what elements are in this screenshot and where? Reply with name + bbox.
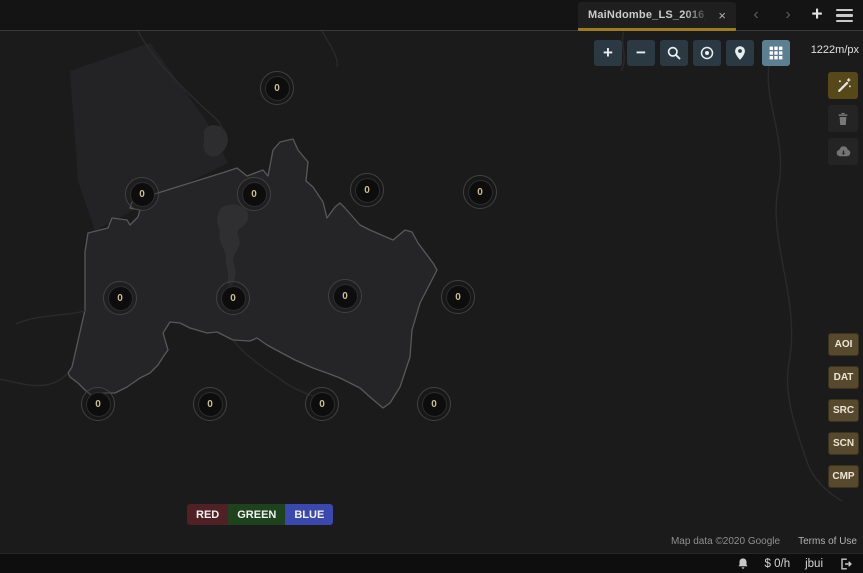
search-button[interactable] <box>660 40 688 66</box>
marker-count: 0 <box>467 179 493 205</box>
map-cluster-marker[interactable]: 0 <box>350 173 384 207</box>
notifications-bell-icon[interactable] <box>736 557 750 571</box>
tab-bar: MaiNdombe_LS_2016_Jan × ‹ › + <box>0 0 863 31</box>
map-data-credit: Map data ©2020 Google <box>670 536 781 547</box>
magic-wand-button[interactable] <box>828 72 858 99</box>
app-window: 0 0 0 0 0 0 0 0 0 0 0 0 0 + − 1222m/px AOI DAT SRC S… <box>0 0 863 573</box>
username[interactable]: jbui <box>805 558 823 570</box>
marker-count: 0 <box>129 181 155 207</box>
marker-count: 0 <box>107 285 133 311</box>
map-cluster-marker[interactable]: 0 <box>125 177 159 211</box>
locate-button[interactable] <box>693 40 721 66</box>
marker-count: 0 <box>197 391 223 417</box>
delete-button[interactable] <box>828 105 858 132</box>
red-channel-button[interactable]: RED <box>187 504 229 525</box>
terms-of-use-link[interactable]: Terms of Use <box>798 536 857 547</box>
map-canvas[interactable]: 0 0 0 0 0 0 0 0 0 0 0 0 0 + − 1222m/px AOI DAT SRC S… <box>0 31 863 553</box>
menu-icon <box>836 9 853 12</box>
marker-count: 0 <box>309 391 335 417</box>
tab-mai-ndombe[interactable]: MaiNdombe_LS_2016_Jan × <box>578 2 736 31</box>
marker-count: 0 <box>445 284 471 310</box>
magic-wand-icon <box>837 78 851 92</box>
map-cluster-marker[interactable]: 0 <box>305 387 339 421</box>
map-cluster-marker[interactable]: 0 <box>417 387 451 421</box>
map-cluster-marker[interactable]: 0 <box>103 281 137 315</box>
side-tabs: AOI DAT SRC SCN CMP <box>828 333 859 488</box>
search-icon <box>667 46 681 60</box>
status-bar: $ 0/h jbui <box>0 553 863 573</box>
map-cluster-marker[interactable]: 0 <box>328 279 362 313</box>
map-cluster-marker[interactable]: 0 <box>463 175 497 209</box>
map-scale-label: 1222m/px <box>810 44 859 56</box>
zoom-out-button[interactable]: − <box>627 40 655 66</box>
map-cluster-marker[interactable]: 0 <box>81 387 115 421</box>
marker-count: 0 <box>85 391 111 417</box>
map-cluster-marker[interactable]: 0 <box>237 177 271 211</box>
map-lake-patch <box>203 125 228 157</box>
tab-src[interactable]: SRC <box>828 399 859 422</box>
usage-rate: $ 0/h <box>764 557 791 570</box>
new-tab-button[interactable]: + <box>806 0 828 31</box>
channel-selector: RED GREEN BLUE <box>187 504 334 525</box>
marker-count: 0 <box>354 177 380 203</box>
green-channel-button[interactable]: GREEN <box>228 504 286 525</box>
zoom-in-button[interactable]: + <box>594 40 622 66</box>
map-cluster-marker[interactable]: 0 <box>441 280 475 314</box>
pin-button[interactable] <box>726 40 754 66</box>
tab-aoi[interactable]: AOI <box>828 333 859 356</box>
grid-icon <box>769 46 783 60</box>
tab-active-underline <box>578 28 736 31</box>
history-forward-button[interactable]: › <box>777 0 799 31</box>
logout-icon[interactable] <box>838 557 853 571</box>
tab-close-icon[interactable]: × <box>716 7 728 24</box>
marker-count: 0 <box>421 391 447 417</box>
map-cluster-marker[interactable]: 0 <box>216 281 250 315</box>
map-cluster-marker[interactable]: 0 <box>193 387 227 421</box>
marker-count: 0 <box>241 181 267 207</box>
marker-count: 0 <box>264 75 290 101</box>
side-tools <box>828 72 858 165</box>
tab-title-fade <box>684 2 710 31</box>
trash-icon <box>838 112 848 125</box>
marker-count: 0 <box>220 285 246 311</box>
download-button[interactable] <box>828 138 858 165</box>
history-back-button[interactable]: ‹ <box>745 0 767 31</box>
menu-button[interactable] <box>836 9 853 22</box>
map-pin-icon <box>735 46 745 60</box>
tab-scn[interactable]: SCN <box>828 432 859 455</box>
map-cluster-marker[interactable]: 0 <box>260 71 294 105</box>
tab-cmp[interactable]: CMP <box>828 465 859 488</box>
blue-channel-button[interactable]: BLUE <box>285 504 334 525</box>
map-toolbar: + − <box>594 40 790 66</box>
cloud-download-icon <box>836 146 850 157</box>
marker-count: 0 <box>332 283 358 309</box>
grid-button[interactable] <box>762 40 790 66</box>
target-icon <box>700 46 714 60</box>
map-attribution: Map data ©2020 Google Terms of Use <box>671 536 857 547</box>
tab-dat[interactable]: DAT <box>828 366 859 389</box>
